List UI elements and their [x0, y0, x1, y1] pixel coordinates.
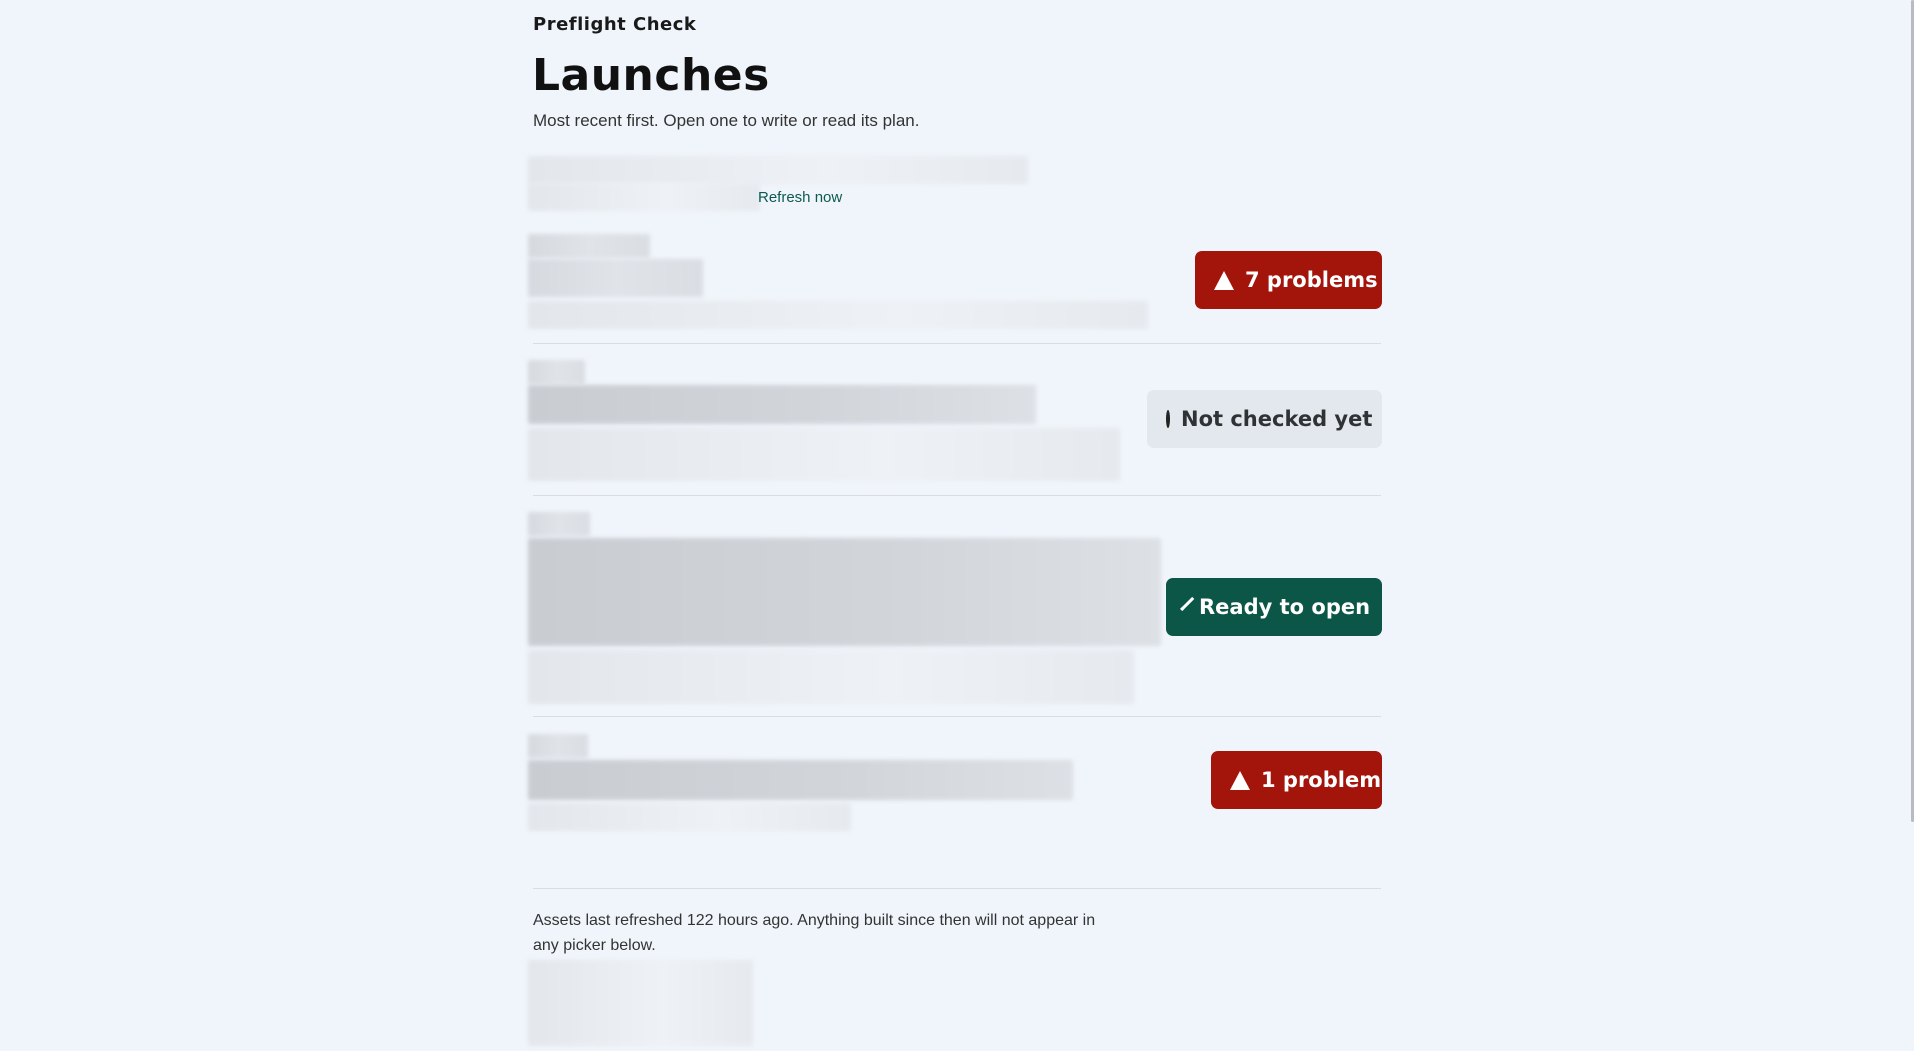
refresh-now-link[interactable]: Refresh now [758, 189, 842, 206]
page-title: Launches [532, 50, 770, 101]
status-badge-label: Ready to open [1199, 595, 1371, 619]
redacted-picker-panel [528, 960, 753, 1046]
status-badge-label: Not checked yet [1181, 407, 1373, 431]
row-divider [533, 343, 1381, 344]
status-badge-label: 1 problem [1261, 768, 1382, 792]
redacted-launch-date [528, 360, 585, 384]
circle-outline-icon [1166, 410, 1170, 428]
footer-divider [533, 888, 1381, 889]
warning-triangle-icon [1214, 270, 1234, 290]
redacted-launch-details [528, 650, 1134, 704]
redacted-status-banner [528, 156, 1028, 184]
redacted-launch-details [528, 428, 1120, 481]
redacted-launch-date [528, 512, 590, 536]
redacted-launch-name [528, 538, 1161, 646]
redacted-launch-name [528, 385, 1036, 424]
status-badge-label: 7 problems [1245, 268, 1378, 292]
row-divider [533, 716, 1381, 717]
warning-triangle-icon [1230, 770, 1250, 790]
checkmark-icon [1180, 596, 1195, 611]
redacted-launch-name [528, 259, 703, 297]
page-subtitle: Most recent first. Open one to write or … [533, 111, 920, 130]
redacted-launch-date [528, 234, 650, 258]
redacted-launch-name [528, 760, 1073, 800]
redacted-launch-details [528, 301, 1148, 329]
status-badge-problems[interactable]: 7 problems [1195, 251, 1382, 309]
assets-refresh-note: Assets last refreshed 122 hours ago. Any… [533, 912, 1096, 954]
redacted-status-banner-line [528, 183, 760, 211]
status-badge-ready[interactable]: Ready to open [1166, 578, 1382, 636]
row-divider [533, 495, 1381, 496]
status-badge-unchecked[interactable]: Not checked yet [1147, 390, 1382, 448]
status-badge-problems[interactable]: 1 problem [1211, 751, 1382, 809]
app-brand[interactable]: Preflight Check [533, 14, 696, 35]
redacted-launch-details [528, 803, 851, 831]
redacted-launch-date [528, 734, 588, 758]
